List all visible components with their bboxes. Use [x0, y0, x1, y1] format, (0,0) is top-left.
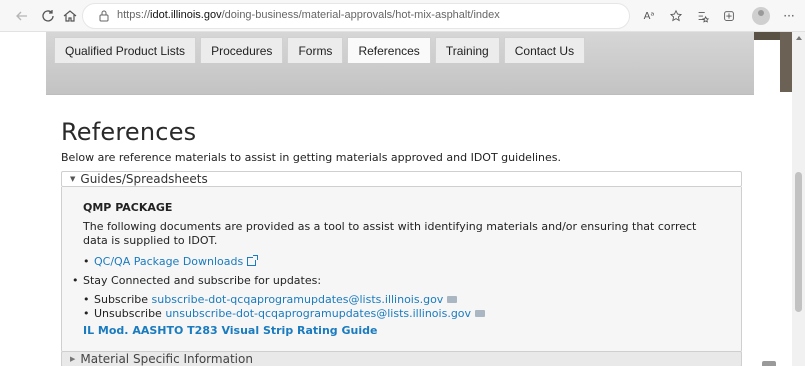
floating-button[interactable]	[762, 361, 776, 366]
favorite-add-icon[interactable]	[667, 7, 685, 25]
refresh-icon[interactable]	[38, 6, 58, 26]
subscribe-label: Subscribe	[94, 293, 149, 306]
home-icon[interactable]	[60, 6, 80, 26]
intro-text: Below are reference materials to assist …	[61, 151, 562, 164]
page-title: References	[61, 118, 197, 146]
more-menu-icon[interactable]: ···	[780, 7, 798, 25]
profile-avatar[interactable]	[752, 7, 770, 25]
accordion-guides-body: QMP PACKAGE The following documents are …	[61, 187, 742, 353]
qcqa-download-link[interactable]: QC/QA Package Downloads	[94, 255, 243, 268]
favorites-icon[interactable]	[694, 7, 712, 25]
tab-references[interactable]: References	[347, 37, 431, 63]
browser-toolbar: https://idot.illinois.gov/doing-business…	[0, 0, 805, 32]
unsubscribe-label: Unsubscribe	[94, 307, 162, 320]
accordion-guides-title: Guides/Spreadsheets	[80, 172, 208, 186]
accordion-material-header[interactable]: ▶ Material Specific Information	[61, 351, 742, 366]
stay-connected-text: Stay Connected and subscribe for updates…	[72, 274, 322, 287]
scrollbar-thumb[interactable]	[795, 172, 802, 312]
stay-connected-label: Stay Connected and subscribe for updates…	[83, 274, 322, 287]
page-scrollbar[interactable]	[792, 32, 805, 366]
qmp-heading: QMP PACKAGE	[83, 201, 173, 214]
scroll-up-arrow-icon[interactable]	[796, 36, 802, 40]
collections-icon[interactable]	[720, 7, 738, 25]
tab-forms[interactable]: Forms	[287, 37, 344, 63]
caret-right-icon: ▶	[70, 355, 76, 363]
accordion-material-title: Material Specific Information	[80, 352, 253, 366]
accordion-guides-header[interactable]: ▼ Guides/Spreadsheets	[61, 171, 742, 187]
page-viewport: Qualified Product Lists Procedures Forms…	[40, 32, 792, 366]
url-text[interactable]: https://idot.illinois.gov/doing-business…	[117, 9, 500, 21]
lock-icon[interactable]	[97, 9, 111, 23]
caret-down-icon: ▼	[70, 175, 76, 183]
tab-contact-us[interactable]: Contact Us	[503, 37, 586, 63]
left-gutter	[0, 32, 40, 366]
address-bar[interactable]: https://idot.illinois.gov/doing-business…	[82, 3, 630, 29]
external-link-icon	[247, 255, 259, 266]
back-icon[interactable]	[12, 6, 32, 26]
list-item: Subscribe subscribe-dot-qcqaprogramupdat…	[83, 293, 458, 306]
section-nav-band: Qualified Product Lists Procedures Forms…	[46, 32, 754, 95]
read-aloud-icon[interactable]: Aᵃ	[640, 7, 658, 25]
visual-strip-rating-guide-link[interactable]: IL Mod. AASHTO T283 Visual Strip Rating …	[83, 324, 377, 337]
tab-procedures[interactable]: Procedures	[200, 37, 284, 63]
section-tabs: Qualified Product Lists Procedures Forms…	[54, 37, 589, 63]
header-photo-edge	[780, 32, 792, 92]
list-item: QC/QA Package Downloads	[83, 255, 259, 268]
tab-training[interactable]: Training	[434, 37, 500, 63]
subscribe-email-link[interactable]: subscribe-dot-qcqaprogramupdates@lists.i…	[152, 293, 444, 306]
qmp-description: The following documents are provided as …	[83, 220, 697, 247]
mail-icon	[447, 296, 458, 303]
unsubscribe-email-link[interactable]: unsubscribe-dot-qcqaprogramupdates@lists…	[165, 307, 471, 320]
list-item: Unsubscribe unsubscribe-dot-qcqaprogramu…	[83, 307, 486, 320]
tab-qualified-product-lists[interactable]: Qualified Product Lists	[54, 37, 197, 63]
mail-icon	[475, 310, 486, 317]
